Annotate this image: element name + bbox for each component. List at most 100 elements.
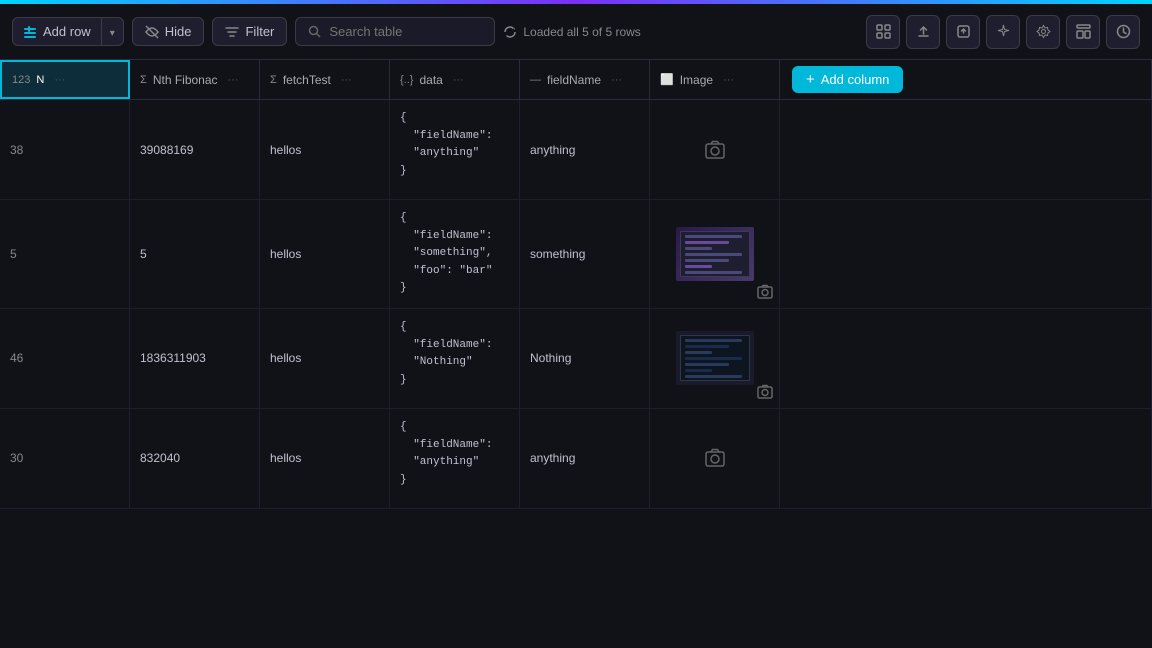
delete-icon-1[interactable] xyxy=(835,142,851,158)
thumb-line xyxy=(685,265,712,268)
cell-actions-3: ··· xyxy=(780,309,1152,408)
image-thumbnail-3[interactable] xyxy=(676,331,754,385)
copy-icon-3[interactable] xyxy=(811,350,827,366)
thumb-inner-3 xyxy=(680,335,750,381)
cell-data-2: { "fieldName": "something", "foo": "bar"… xyxy=(390,200,520,308)
col-header-data[interactable]: {..} data ··· xyxy=(390,60,520,99)
add-row-label: Add row xyxy=(43,24,91,39)
col-num-icon: 123 xyxy=(12,74,30,86)
col-header-num[interactable]: 123 N ··· xyxy=(0,60,130,99)
data-value: { "fieldName": "anything" } xyxy=(400,110,492,180)
cell-fib-4: 832040 xyxy=(130,409,260,508)
thumb-line xyxy=(685,253,743,256)
thumb-line xyxy=(685,357,743,360)
settings-alt-button[interactable] xyxy=(1026,15,1060,49)
cell-image-4[interactable] xyxy=(650,409,780,508)
share-up-button[interactable] xyxy=(906,15,940,49)
thumb-line xyxy=(685,241,729,244)
loaded-text: Loaded all 5 of 5 rows xyxy=(523,25,640,39)
add-row-button[interactable]: Add row ▾ xyxy=(12,17,124,46)
cell-image-3[interactable] xyxy=(650,309,780,408)
thumb-line xyxy=(685,247,712,250)
add-column-button[interactable]: + Add column xyxy=(792,66,903,93)
caret-down-icon: ▾ xyxy=(110,28,115,39)
plus-icon: + xyxy=(806,72,815,87)
table-body: 38 39088169 hellos { "fieldName": "anyth… xyxy=(0,100,1152,648)
config-icon xyxy=(1116,24,1131,39)
table-row: 5 5 hellos { "fieldName": "something", "… xyxy=(0,200,1152,309)
cell-fetch-1: hellos xyxy=(260,100,390,199)
col-image-label: Image xyxy=(680,73,713,87)
copy-icon-4[interactable] xyxy=(811,450,827,466)
field-value: Nothing xyxy=(530,351,571,365)
cell-actions-2: ··· xyxy=(780,200,1152,308)
camera-icon-2[interactable] xyxy=(757,284,773,300)
col-fib-options[interactable]: ··· xyxy=(228,74,239,86)
copy-icon-1[interactable] xyxy=(811,142,827,158)
column-header-row: 123 N ··· Σ Nth Fibonac ··· Σ fetchTest … xyxy=(0,60,1152,100)
camera-icon[interactable] xyxy=(705,140,725,160)
col-header-field[interactable]: — fieldName ··· xyxy=(520,60,650,99)
col-fib-icon: Σ xyxy=(140,74,147,86)
camera-icon-3[interactable] xyxy=(757,384,773,400)
thumb-line xyxy=(685,363,729,366)
col-fetch-options[interactable]: ··· xyxy=(341,74,352,86)
hide-button[interactable]: Hide xyxy=(132,17,205,46)
row-num-value: 5 xyxy=(10,247,17,261)
cell-fetch-4: hellos xyxy=(260,409,390,508)
col-num-options[interactable]: ··· xyxy=(54,74,65,86)
more-icon-1[interactable]: ··· xyxy=(790,142,803,157)
row-num-value: 38 xyxy=(10,143,23,157)
delete-icon-3[interactable] xyxy=(835,350,851,366)
fib-value: 832040 xyxy=(140,451,180,465)
col-header-fetch[interactable]: Σ fetchTest ··· xyxy=(260,60,390,99)
more-icon-2[interactable]: ··· xyxy=(790,246,803,261)
grid-icon xyxy=(876,24,891,39)
col-num-label: N xyxy=(36,74,44,86)
cell-fetch-2: hellos xyxy=(260,200,390,308)
magic-button[interactable] xyxy=(986,15,1020,49)
add-row-caret[interactable]: ▾ xyxy=(102,18,123,45)
thumb-line xyxy=(685,375,743,378)
table-row: 38 39088169 hellos { "fieldName": "anyth… xyxy=(0,100,1152,200)
upload-icon xyxy=(916,24,931,39)
fib-value: 39088169 xyxy=(140,143,193,157)
cell-image-2[interactable] xyxy=(650,200,780,308)
col-field-options[interactable]: ··· xyxy=(611,74,622,86)
filter-icon xyxy=(225,25,239,39)
cell-data-3: { "fieldName": "Nothing" } xyxy=(390,309,520,408)
field-value: anything xyxy=(530,143,575,157)
export-button[interactable] xyxy=(946,15,980,49)
col-header-image[interactable]: ⬜ Image ··· xyxy=(650,60,780,99)
cell-field-3: Nothing xyxy=(520,309,650,408)
col-image-options[interactable]: ··· xyxy=(723,74,734,86)
add-row-icon xyxy=(23,25,37,39)
fib-value: 5 xyxy=(140,247,147,261)
search-box[interactable] xyxy=(295,17,495,46)
grid-view-button[interactable] xyxy=(866,15,900,49)
cell-fib-1: 39088169 xyxy=(130,100,260,199)
config-button[interactable] xyxy=(1106,15,1140,49)
filter-button[interactable]: Filter xyxy=(212,17,287,46)
delete-icon-4[interactable] xyxy=(835,450,851,466)
cell-field-1: anything xyxy=(520,100,650,199)
image-thumbnail-2[interactable] xyxy=(676,227,754,281)
data-value: { "fieldName": "anything" } xyxy=(400,419,492,489)
cell-image-1[interactable] xyxy=(650,100,780,199)
delete-icon-2[interactable] xyxy=(835,246,851,262)
col-image-icon: ⬜ xyxy=(660,73,674,86)
search-input[interactable] xyxy=(329,24,469,39)
col-fib-label: Nth Fibonac xyxy=(153,73,218,87)
col-header-fib[interactable]: Σ Nth Fibonac ··· xyxy=(130,60,260,99)
layout-button[interactable] xyxy=(1066,15,1100,49)
thumb-line xyxy=(685,339,743,342)
camera-icon-4[interactable] xyxy=(705,448,725,468)
col-data-options[interactable]: ··· xyxy=(453,74,464,86)
more-icon-4[interactable]: ··· xyxy=(790,451,803,466)
copy-icon-2[interactable] xyxy=(811,246,827,262)
cell-num-2: 5 xyxy=(0,200,130,308)
add-row-main[interactable]: Add row xyxy=(13,18,102,45)
col-header-add[interactable]: + Add column xyxy=(780,60,1152,99)
cell-field-2: something xyxy=(520,200,650,308)
more-icon-3[interactable]: ··· xyxy=(790,351,803,366)
